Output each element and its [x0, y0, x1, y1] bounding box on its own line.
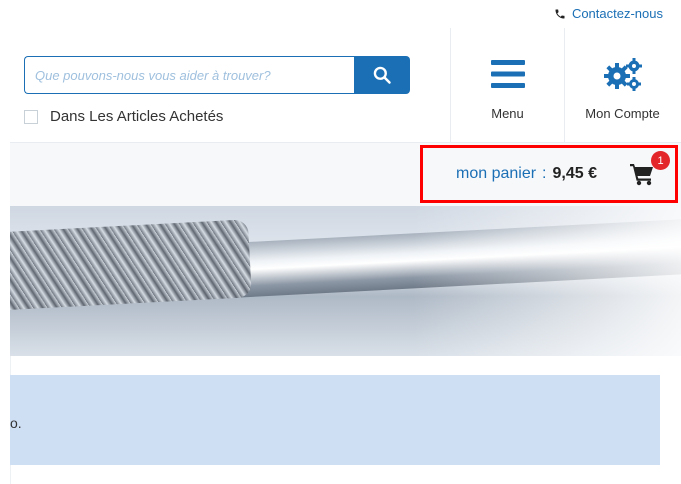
cart-summary[interactable]: mon panier : 9,45 € 1	[420, 145, 678, 203]
hero-banner	[10, 206, 681, 356]
search-input[interactable]	[24, 56, 354, 94]
purchased-filter[interactable]: Dans Les Articles Achetés	[24, 108, 223, 125]
banner-fade-overlay	[10, 206, 681, 356]
contact-link[interactable]: Contactez-nous	[554, 6, 663, 21]
account-button[interactable]: Mon Compte	[564, 28, 681, 142]
cart-separator: :	[542, 165, 547, 182]
contact-label: Contactez-nous	[571, 6, 663, 21]
search-button[interactable]	[354, 56, 410, 94]
search-bar	[24, 56, 417, 98]
search-icon	[373, 66, 391, 84]
cart-icon[interactable]	[629, 162, 655, 186]
cart-total: 9,45 €	[552, 165, 597, 182]
account-label: Mon Compte	[585, 106, 660, 121]
top-bar: Contactez-nous	[10, 0, 681, 29]
gears-icon	[603, 58, 642, 91]
cart-label: mon panier	[456, 165, 537, 182]
menu-button[interactable]: Menu	[450, 28, 565, 142]
info-text: o.	[10, 415, 22, 431]
purchased-label: Dans Les Articles Achetés	[50, 108, 224, 125]
cart-count-badge: 1	[651, 151, 670, 170]
purchased-checkbox[interactable]	[24, 109, 38, 124]
info-panel: o.	[10, 375, 660, 465]
phone-icon	[555, 9, 565, 18]
hamburger-menu-icon	[490, 60, 525, 88]
site-header: Dans Les Articles Achetés Menu	[10, 28, 681, 143]
menu-label: Menu	[491, 106, 524, 121]
